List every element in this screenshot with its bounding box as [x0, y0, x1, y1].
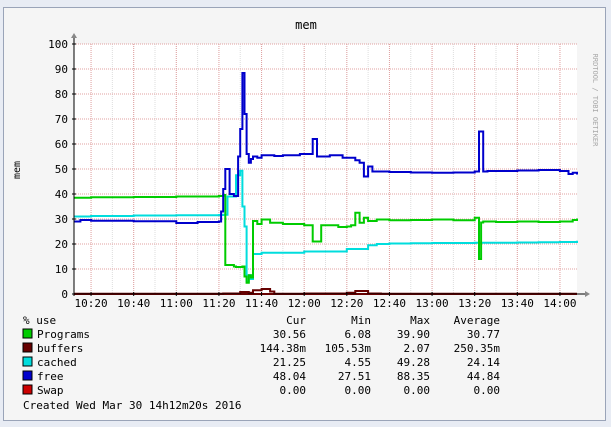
legend-label-buffers: buffers — [37, 342, 83, 355]
legend-value: 105.53m — [325, 342, 372, 355]
legend-header-cell: Max — [410, 314, 430, 327]
legend-value: 49.28 — [397, 356, 430, 369]
y-tick-label: 0 — [61, 288, 68, 301]
legend-value: 250.35m — [454, 342, 501, 355]
chart-title: mem — [295, 18, 317, 32]
legend-value: 0.00 — [404, 384, 431, 397]
y-tick-label: 30 — [55, 213, 68, 226]
y-axis-label: mem — [12, 161, 23, 179]
legend-value: 2.07 — [404, 342, 431, 355]
x-axis-arrow — [585, 291, 590, 297]
legend-value: 0.00 — [345, 384, 372, 397]
y-tick-label: 90 — [55, 63, 68, 76]
legend-value: 144.38m — [260, 342, 307, 355]
legend-footer: Created Wed Mar 30 14h12m20s 2016 — [23, 399, 242, 412]
legend-value: 6.08 — [345, 328, 372, 341]
y-tick-label: 100 — [48, 38, 68, 51]
y-axis-arrow — [71, 33, 77, 38]
legend-label-swap: Swap — [37, 384, 64, 397]
x-tick-label: 14:00 — [543, 297, 576, 310]
legend-swatch-free — [22, 370, 33, 381]
legend-header-cell: Average — [454, 314, 500, 327]
legend-value: 27.51 — [338, 370, 371, 383]
legend-value: 4.55 — [345, 356, 372, 369]
watermark: RRDTOOL / TOBI OETIKER — [591, 54, 599, 148]
legend-value: 88.35 — [397, 370, 430, 383]
x-tick-label: 12:00 — [288, 297, 321, 310]
y-tick-label: 60 — [55, 138, 68, 151]
legend-header-cell: Min — [351, 314, 371, 327]
legend-value: 39.90 — [397, 328, 430, 341]
legend-swatch-programs — [22, 328, 33, 339]
x-tick-label: 13:20 — [458, 297, 491, 310]
legend-value: 0.00 — [474, 384, 501, 397]
y-tick-label: 10 — [55, 263, 68, 276]
y-tick-label: 20 — [55, 238, 68, 251]
y-tick-label: 50 — [55, 163, 68, 176]
legend-label-free: free — [37, 370, 64, 383]
mem-chart: mem mem RRDTOOL / TOBI OETIKER 0 10 20 30 40… — [12, 18, 599, 412]
x-tick-label: 10:40 — [117, 297, 150, 310]
x-tick-label: 11:40 — [245, 297, 278, 310]
legend-header-cell: Cur — [286, 314, 306, 327]
legend-swatch-buffers — [22, 342, 33, 353]
x-tick-label: 10:20 — [74, 297, 107, 310]
y-tick-label: 40 — [55, 188, 68, 201]
x-tick-label: 13:40 — [501, 297, 534, 310]
legend-value: 44.84 — [467, 370, 500, 383]
x-tick-label: 12:40 — [373, 297, 406, 310]
legend-swatch-swap — [22, 384, 33, 395]
legend-value: 0.00 — [280, 384, 307, 397]
legend-value: 24.14 — [467, 356, 500, 369]
x-tick-label: 13:00 — [416, 297, 449, 310]
legend-value: 30.56 — [273, 328, 306, 341]
legend-label-programs: Programs — [37, 328, 90, 341]
legend-header-cell: % use — [23, 314, 56, 327]
legend-value: 21.25 — [273, 356, 306, 369]
y-tick-label: 80 — [55, 88, 68, 101]
x-tick-label: 11:20 — [202, 297, 235, 310]
legend-swatch-cached — [22, 356, 33, 367]
x-tick-label: 12:20 — [330, 297, 363, 310]
legend-value: 48.04 — [273, 370, 306, 383]
x-tick-label: 11:00 — [160, 297, 193, 310]
legend-label-cached: cached — [37, 356, 77, 369]
legend-value: 30.77 — [467, 328, 500, 341]
y-tick-label: 70 — [55, 113, 68, 126]
